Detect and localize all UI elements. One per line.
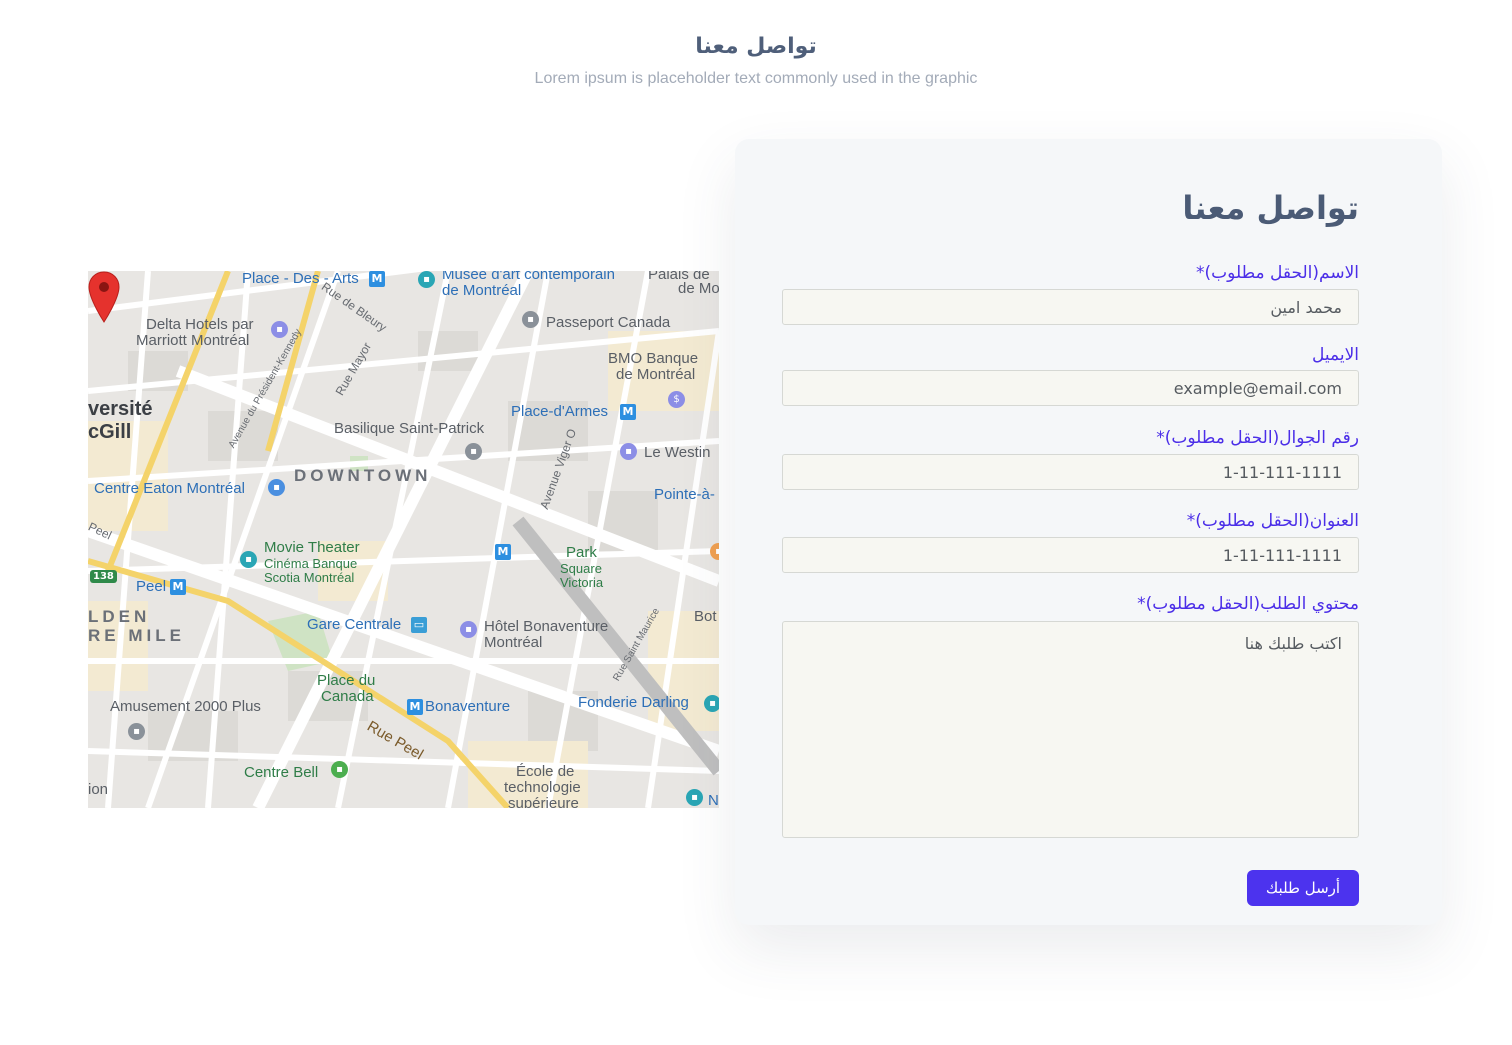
place-icon: ▪ [128,723,145,740]
contact-card: تواصل معنا الاسم(الحقل مطلوب)* الايميل ر… [735,139,1442,925]
page-title: تواصل معنا [695,34,817,59]
map-label-centre-bell: Centre Bell [244,764,319,781]
museum-icon: ▪ [418,271,435,288]
map-label-passeport: Passeport Canada [546,314,671,331]
hotel-icon: ▪ [460,621,477,638]
map-label-bot: Bot [694,608,717,625]
map-label-ecole-2: technologie [504,779,581,796]
bank-icon: $ [668,391,685,408]
map-label-bmo-1: BMO Banque [608,350,699,367]
map-label-golden-1: LDEN [88,607,151,626]
map-label-mcgill-2: cGill [88,421,132,443]
map-label-delta-1: Delta Hotels par [146,316,254,333]
church-icon: ▪ [465,443,482,460]
map-label-peel-metro: Peel [136,578,167,595]
government-icon: ▪ [522,311,539,328]
content-textarea[interactable] [782,621,1359,838]
gallery-icon: ▪ [704,695,719,712]
map-label-ecole-3: supérieure [508,795,579,809]
submit-button[interactable]: أرسل طلبك [1247,870,1359,906]
map-label-downtown: DOWNTOWN [294,466,432,485]
map-marker-icon[interactable] [88,271,120,323]
map-label-hotel-1: Hôtel Bonaventure [484,618,609,635]
map-label-pointe: Pointe-à- [654,486,715,503]
map-label-movie-3: Scotia Montréal [264,570,355,585]
highway-shield: 138 [90,570,117,583]
hotel-icon: ▪ [271,321,288,338]
address-field[interactable] [782,537,1359,573]
name-label: الاسم(الحقل مطلوب)* [1196,263,1359,283]
map-label-delta-2: Marriott Montréal [136,332,250,349]
phone-label: رقم الجوال(الحقل مطلوب)* [1156,428,1359,448]
map-label-fonderie: Fonderie Darling [578,694,689,711]
map-label-canada-2: Canada [321,688,374,705]
form-title: تواصل معنا [1182,189,1359,227]
metro-icon: M [620,404,636,420]
phone-field[interactable] [782,454,1359,490]
email-field[interactable] [782,370,1359,406]
map-label-ion: ion [88,781,109,798]
map-label-park-3: Victoria [560,575,604,590]
map-label-n: N [708,792,719,809]
map-label-golden-2: RE MILE [88,626,185,645]
map-label-place-darmes: Place-d'Armes [511,403,609,420]
map-label-westin: Le Westin [644,444,711,461]
metro-icon: M [170,579,186,595]
metro-icon: M [495,544,511,560]
map-label-hotel-2: Montréal [484,634,543,651]
gallery-icon: ▪ [686,789,703,806]
map-label-amusement: Amusement 2000 Plus [110,698,261,715]
map-label-canada-1: Place du [317,672,376,689]
map-label-bmo-2: de Montréal [616,366,696,383]
content-label: محتوي الطلب(الحقل مطلوب)* [1137,594,1359,614]
map-label-ecole-1: École de [516,763,575,780]
metro-icon: M [369,271,385,287]
page-subtitle: Lorem ipsum is placeholder text commonly… [534,70,978,87]
map-label-movie-1: Movie Theater [264,539,360,556]
train-icon: ▭ [411,617,427,633]
shopping-icon: ▪ [268,479,285,496]
hotel-icon: ▪ [620,443,637,460]
page-header: تواصل معنا Lorem ipsum is placeholder te… [0,30,1512,88]
email-label: الايميل [1312,345,1359,365]
stadium-icon: ▪ [331,761,348,778]
map-label-gare: Gare Centrale [307,616,402,633]
map-label-eaton: Centre Eaton Montréal [94,480,245,497]
metro-icon: M [407,699,423,715]
address-label: العنوان(الحقل مطلوب)* [1186,511,1359,531]
name-field[interactable] [782,289,1359,325]
map-label-palais-2: de Mo [678,280,719,297]
location-map[interactable]: Place - Des - Arts M ▪ Musée d'art conte… [88,271,719,808]
movie-icon: ▪ [240,551,257,568]
map-label-basilique: Basilique Saint-Patrick [334,420,485,437]
map-label-place-des-arts: Place - Des - Arts [242,271,359,287]
map-label-musee-2: de Montréal [442,282,522,299]
map-label-park-1: Park [566,544,597,561]
map-label-mcgill-1: versité [88,398,153,420]
map-label-bonaventure: Bonaventure [425,698,511,715]
